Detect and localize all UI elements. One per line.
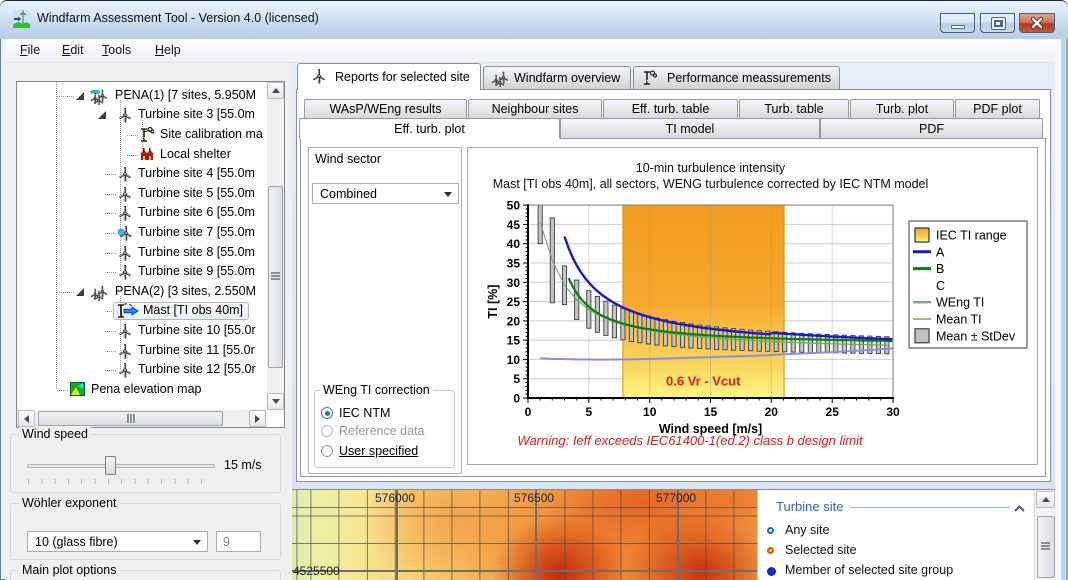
svg-text:5: 5 [585,405,592,419]
svg-text:B: B [936,262,944,276]
svg-text:15: 15 [507,334,521,348]
svg-text:5: 5 [513,372,520,386]
svg-text:20: 20 [765,405,779,419]
svg-text:A: A [936,245,945,259]
svg-text:WEng TI: WEng TI [936,296,984,310]
svg-text:0: 0 [525,405,532,419]
svg-text:10: 10 [643,405,657,419]
svg-text:15: 15 [704,405,718,419]
svg-text:30: 30 [507,276,521,290]
svg-text:30: 30 [886,405,900,419]
svg-text:10-min turbulence intensity: 10-min turbulence intensity [636,161,786,175]
svg-text:20: 20 [507,314,521,328]
svg-text:45: 45 [507,218,521,232]
svg-text:25: 25 [507,295,521,309]
svg-text:10: 10 [507,353,521,367]
svg-text:25: 25 [826,405,840,419]
svg-text:Mean ± StDev: Mean ± StDev [936,329,1016,343]
svg-text:C: C [936,279,945,293]
svg-text:Warning: Ieff exceeds IEC61400: Warning: Ieff exceeds IEC61400-1(ed.2) c… [517,433,864,448]
svg-text:0: 0 [513,392,520,406]
svg-text:IEC TI range: IEC TI range [936,229,1007,243]
svg-text:35: 35 [507,257,521,271]
svg-text:40: 40 [507,237,521,251]
svg-text:Mast [TI obs 40m], all sectors: Mast [TI obs 40m], all sectors, WENG tur… [493,177,929,191]
svg-text:TI [%]: TI [%] [486,285,500,319]
svg-text:0.6 Vr - Vcut: 0.6 Vr - Vcut [666,374,741,389]
svg-text:Mean TI: Mean TI [936,313,982,327]
svg-text:50: 50 [507,199,521,213]
